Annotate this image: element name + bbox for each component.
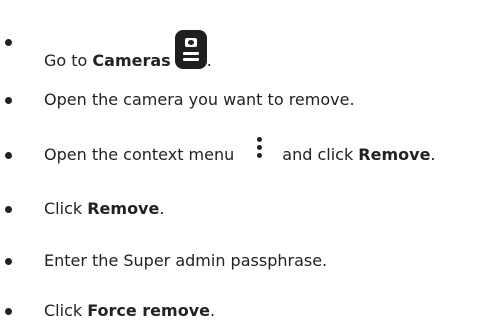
step-text-plain: Go to xyxy=(44,51,93,70)
step-text-plain: Click xyxy=(44,301,88,320)
bullet xyxy=(5,308,12,315)
step-text-period: . xyxy=(206,51,212,70)
step-text-period: . xyxy=(209,301,216,320)
step-text-plain: and click xyxy=(282,145,359,164)
step-text: Go to Cameras. xyxy=(44,30,212,73)
step-text: Click Remove. xyxy=(44,197,164,221)
camera-icon xyxy=(174,30,207,69)
step-text-bold: Cameras xyxy=(92,51,171,70)
step-text: Open the context menu and click Remove. xyxy=(44,137,436,167)
step-text-bold: Remove xyxy=(87,199,160,218)
bullet xyxy=(5,97,12,104)
step-text-bold: Force remove xyxy=(87,301,210,320)
step-text-plain: Open the context menu xyxy=(44,145,235,164)
bullet xyxy=(5,258,12,265)
bullet xyxy=(5,206,12,213)
step-text-bold: Remove xyxy=(358,145,431,164)
bullet xyxy=(5,152,12,159)
more-vertical-icon xyxy=(256,137,264,167)
step-text: Open the camera you want to remove. xyxy=(44,90,355,109)
bullet xyxy=(5,39,12,46)
step-text: Enter the Super admin passphrase. xyxy=(44,251,328,270)
step-text-period: . xyxy=(430,145,436,164)
step-text-plain: Click xyxy=(44,199,88,218)
step-text-period: . xyxy=(159,199,165,218)
step-text: Click Force remove. xyxy=(44,299,215,323)
